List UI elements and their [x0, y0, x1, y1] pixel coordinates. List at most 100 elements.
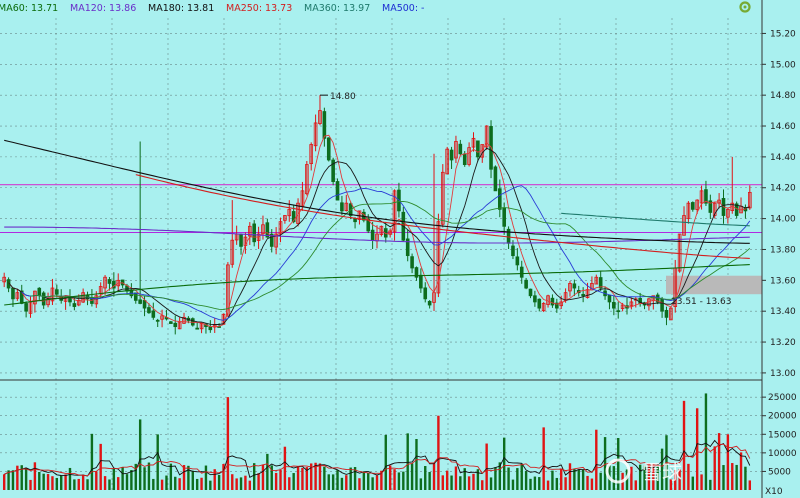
ma-legend: MA60: 13.71 MA120: 13.86 MA180: 13.81 MA250… — [0, 3, 424, 14]
volume-bar — [323, 466, 326, 490]
volume-bar — [138, 419, 142, 490]
volume-bar — [200, 477, 203, 490]
volume-bar — [331, 474, 335, 490]
volume-bar — [432, 463, 436, 490]
high-label: 14.80 — [330, 92, 356, 102]
volume-bar — [472, 473, 475, 490]
volume-bar — [204, 465, 208, 490]
volume-bar — [695, 408, 699, 490]
volume-bar — [402, 471, 405, 490]
volume-bar — [99, 443, 102, 490]
candle-body — [37, 287, 42, 297]
volume-tick-label: 5000 — [768, 467, 791, 477]
candle-body — [147, 307, 151, 314]
volume-bar — [520, 463, 523, 490]
candle-body — [68, 296, 72, 303]
candle-body — [515, 256, 520, 266]
volume-bar — [174, 476, 177, 490]
candle-body — [502, 207, 506, 227]
volume-bar — [538, 477, 541, 490]
volume-bar — [731, 463, 734, 490]
candle-body — [335, 181, 340, 201]
volume-bar — [397, 472, 401, 490]
volume-bar — [362, 471, 366, 490]
candle-body — [498, 188, 502, 210]
volume-bar — [318, 463, 322, 490]
price-tick-label: 14.60 — [770, 122, 796, 132]
volume-bar — [445, 470, 449, 490]
volume-bars — [2, 393, 752, 490]
volume-bar — [599, 472, 602, 490]
volume-bar — [55, 477, 59, 490]
volume-bar — [415, 438, 418, 490]
candle-body — [239, 234, 243, 247]
volume-bar — [424, 466, 427, 490]
volume-bar — [511, 479, 515, 490]
candle-body — [581, 293, 585, 297]
volume-bar — [555, 477, 559, 490]
volume-bar — [24, 467, 28, 490]
candle-body — [572, 283, 577, 289]
volume-bar — [103, 476, 107, 490]
candle-body — [449, 149, 454, 161]
volume-bar — [336, 470, 339, 490]
volume-bar — [700, 474, 703, 490]
price-tick-label: 13.80 — [770, 245, 796, 255]
volume-bar — [86, 479, 89, 490]
volume-bar — [217, 474, 221, 490]
ma-legend-item: MA120: 13.86 — [70, 3, 136, 14]
volume-bar — [182, 465, 186, 490]
candle-body — [11, 287, 15, 300]
volume-bar — [90, 433, 94, 490]
volume-bar — [590, 478, 594, 490]
volume-bar — [42, 473, 45, 490]
volume-bar — [393, 469, 396, 490]
volume-bar — [244, 475, 247, 490]
volume-bar — [744, 466, 747, 490]
candle-body — [537, 298, 542, 309]
volume-bar — [516, 468, 519, 490]
volume-bar — [388, 465, 392, 490]
candle-body — [252, 223, 256, 243]
volume-bar — [573, 469, 576, 490]
volume-bar — [11, 470, 15, 490]
volume-bar — [467, 476, 471, 490]
candle-body — [195, 327, 199, 330]
volume-bar — [581, 469, 585, 490]
candle-body — [423, 287, 428, 300]
volume-bar — [709, 479, 712, 490]
price-tick-label: 13.20 — [770, 338, 796, 348]
candle-body — [612, 301, 616, 309]
candle-body — [55, 289, 59, 295]
candle-body — [41, 292, 46, 306]
ma-legend-item: MA180: 13.81 — [148, 3, 214, 14]
ma-legend-item: MA250: 13.73 — [226, 3, 292, 14]
volume-bar — [231, 474, 234, 490]
volume-bar — [410, 463, 414, 490]
grid-lines — [0, 18, 762, 490]
volume-bar — [327, 474, 330, 490]
volume-bar — [441, 475, 444, 490]
volume-bar — [125, 474, 129, 490]
price-tick-label: 13.60 — [770, 276, 796, 286]
gear-icon[interactable] — [739, 1, 751, 13]
volume-bar — [235, 478, 238, 490]
volume-bar — [112, 468, 116, 490]
candle-body — [616, 310, 621, 313]
volume-bar — [485, 443, 488, 490]
volume-bar — [735, 464, 738, 490]
volume-bar — [7, 470, 10, 490]
candle-body — [155, 319, 160, 322]
candle-body — [533, 295, 537, 303]
price-tick-label: 14.80 — [770, 91, 796, 101]
volume-bar — [551, 470, 554, 490]
volume-bar — [595, 429, 598, 490]
volume-bar — [117, 477, 120, 490]
volume-bar — [489, 477, 493, 490]
volume-bar — [130, 470, 133, 490]
volume-bar — [195, 478, 199, 490]
stock-chart: 15.20 15.00 14.80 14.60 14.40 14.20 14.00 13.80… — [0, 0, 797, 498]
volume-bar — [46, 474, 50, 490]
ma-legend-item: MA60: 13.71 — [0, 3, 58, 14]
candle-body — [519, 266, 524, 278]
